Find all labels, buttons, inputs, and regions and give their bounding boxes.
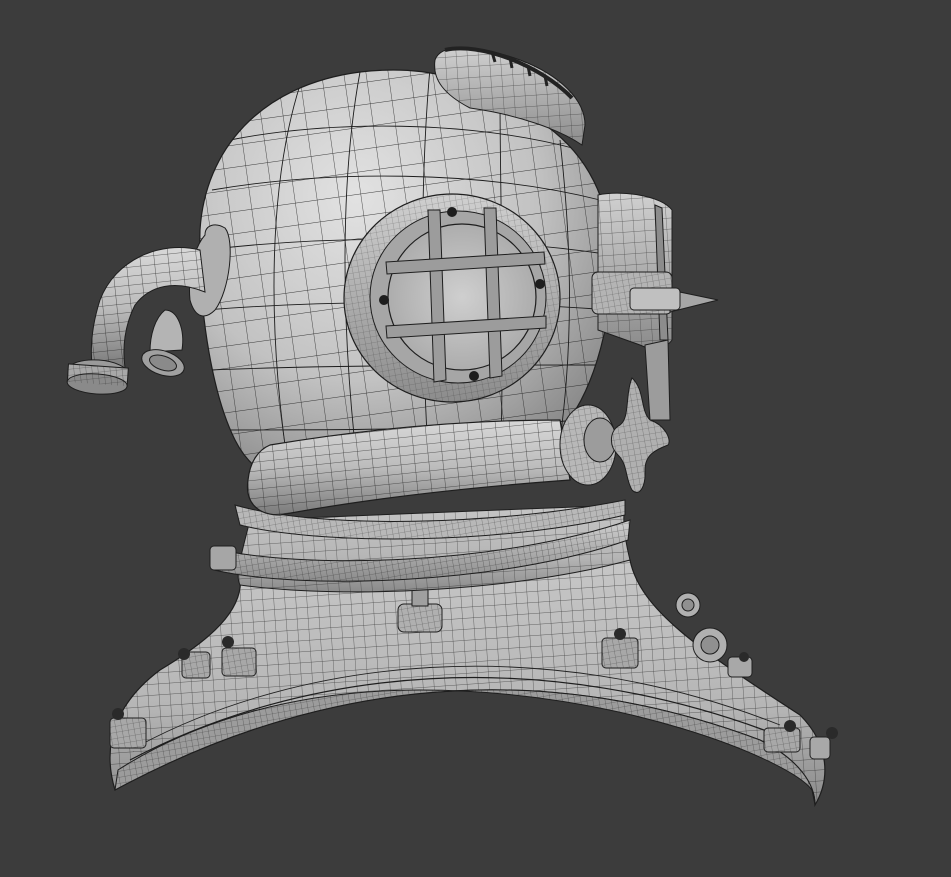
helmet-render [66, 46, 838, 808]
breastplate [109, 559, 826, 808]
air-inlet-gooseneck [66, 224, 231, 395]
side-viewport [343, 193, 561, 403]
3d-viewport[interactable] [0, 0, 951, 877]
front-faceplate [591, 192, 719, 421]
